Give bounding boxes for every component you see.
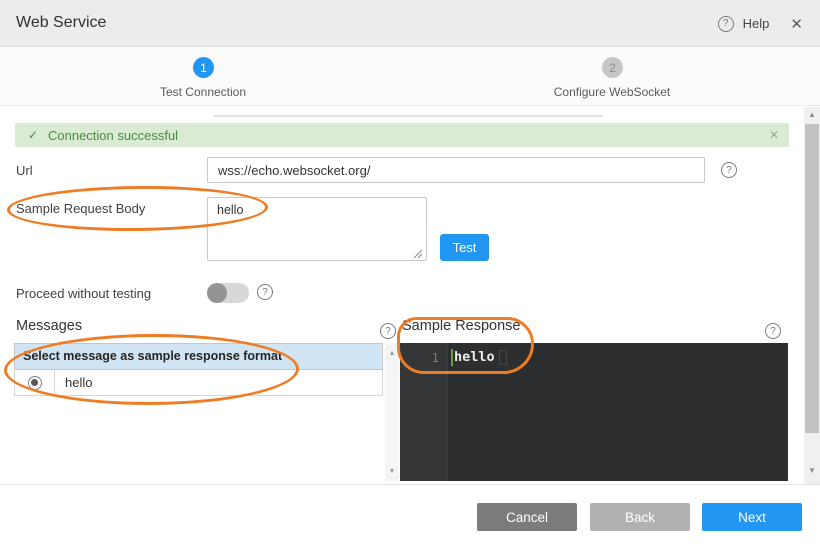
table-row[interactable]: hello [14, 370, 383, 396]
success-banner: ✓ Connection successful ✕ [15, 123, 789, 147]
editor-cursor-ghost [499, 350, 507, 365]
proceed-toggle[interactable] [207, 283, 249, 303]
scroll-down-icon[interactable]: ▼ [385, 467, 399, 477]
step-2-label: Configure WebSocket [554, 85, 671, 99]
content-scroll-up-icon[interactable]: ▲ [804, 109, 820, 121]
close-icon[interactable]: ✕ [790, 15, 803, 33]
editor-gutter: 1 [400, 343, 448, 481]
message-radio-cell [15, 370, 55, 395]
dialog-title: Web Service [16, 14, 106, 32]
messages-section-label: Messages [16, 318, 82, 334]
content-scroll-down-icon[interactable]: ▼ [804, 465, 820, 477]
test-button[interactable]: Test [440, 234, 489, 261]
wizard-stepper [0, 48, 820, 106]
editor-code-line: hello [454, 349, 495, 365]
line-number: 1 [431, 350, 439, 365]
content-scrollbar-thumb[interactable] [805, 124, 819, 433]
sample-response-help-icon[interactable]: ? [765, 323, 781, 339]
radio-dot [31, 379, 38, 386]
stepper-connector [214, 115, 603, 117]
success-banner-text: Connection successful [48, 128, 178, 143]
footer-divider [0, 484, 820, 485]
url-label: Url [16, 163, 33, 178]
cancel-button[interactable]: Cancel [477, 503, 577, 531]
help-icon[interactable]: ? [718, 16, 734, 32]
title-bar: Web Service ? Help ✕ [0, 0, 820, 47]
title-bar-actions: ? Help ✕ [718, 0, 803, 47]
messages-help-icon[interactable]: ? [380, 323, 396, 339]
scroll-up-icon[interactable]: ▲ [385, 349, 399, 359]
content-scrollbar[interactable]: ▲ ▼ [804, 107, 820, 484]
sample-request-body-label: Sample Request Body [16, 201, 145, 216]
messages-table-header: Select message as sample response format [14, 343, 383, 370]
proceed-help-icon[interactable]: ? [257, 284, 273, 300]
web-service-dialog: Web Service ? Help ✕ 1 Test Connection 2… [0, 0, 820, 550]
messages-table: Select message as sample response format… [14, 343, 383, 396]
radio-selected-icon[interactable] [28, 376, 42, 390]
url-help-icon[interactable]: ? [721, 162, 737, 178]
sample-response-section-label: Sample Response [402, 318, 521, 334]
help-link[interactable]: Help [743, 16, 770, 31]
editor-caret [451, 349, 453, 366]
sample-response-editor[interactable]: 1 hello [400, 343, 788, 481]
sample-request-body-textarea[interactable]: hello [207, 197, 427, 261]
textarea-resize-handle-icon[interactable] [412, 248, 423, 259]
banner-close-icon[interactable]: ✕ [769, 128, 779, 142]
message-value: hello [55, 375, 92, 390]
back-button[interactable]: Back [590, 503, 690, 531]
proceed-without-testing-label: Proceed without testing [16, 286, 151, 301]
next-button[interactable]: Next [702, 503, 802, 531]
step-1-label: Test Connection [160, 85, 246, 99]
step-1-circle[interactable]: 1 [193, 57, 214, 78]
messages-scrollbar[interactable]: ▲ ▼ [385, 343, 399, 481]
step-2-circle[interactable]: 2 [602, 57, 623, 78]
url-input[interactable] [207, 157, 705, 183]
check-icon: ✓ [28, 128, 38, 142]
toggle-knob [207, 283, 227, 303]
